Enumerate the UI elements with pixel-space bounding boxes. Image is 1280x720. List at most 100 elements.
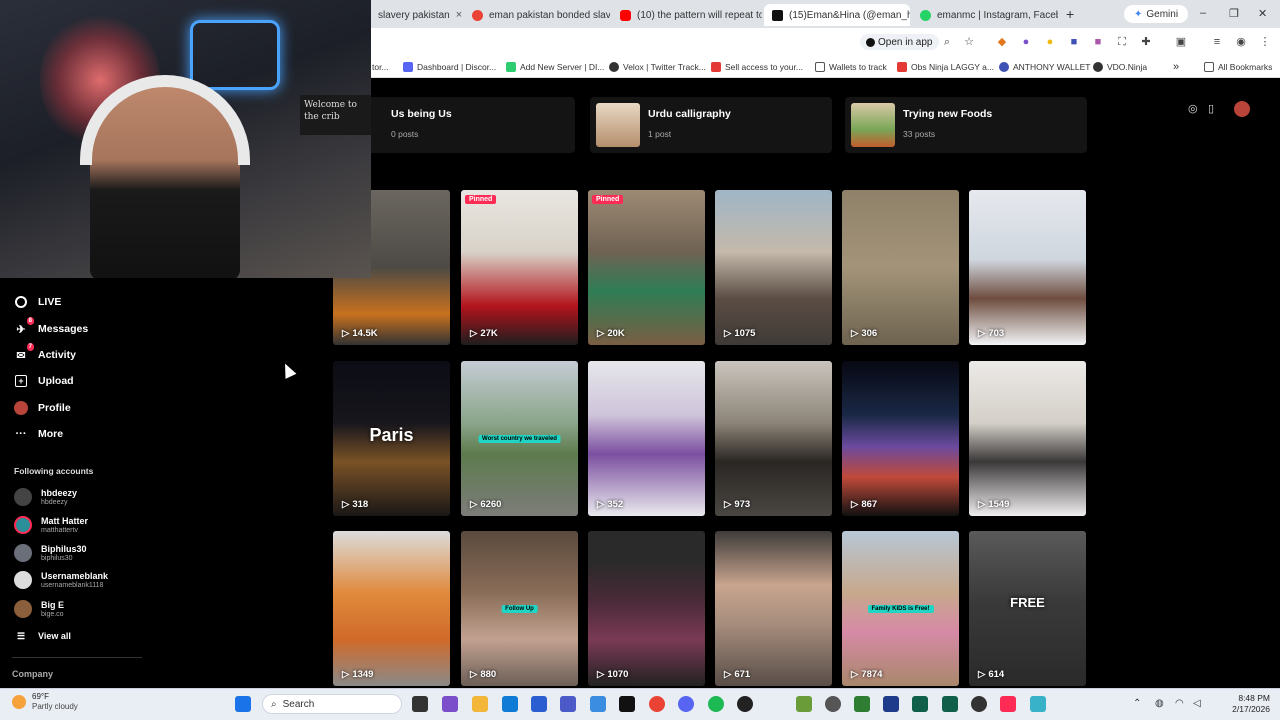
video-card[interactable]: Follow Up ▷ 880 — [461, 531, 578, 686]
maximize-button[interactable]: ❐ — [1229, 7, 1239, 20]
extension-icon[interactable]: ● — [1043, 35, 1057, 49]
bookmark[interactable]: ANTHONY WALLET — [999, 60, 1090, 74]
system-clock[interactable]: 8:48 PM 2/17/2026 — [1218, 693, 1270, 715]
collection-card[interactable]: Trying new Foods 33 posts — [845, 97, 1087, 153]
video-card[interactable]: Paris ▷ 318 — [333, 361, 450, 516]
bookmark[interactable]: Obs Ninja LAGGY a... — [897, 60, 994, 74]
app-icon[interactable] — [1030, 696, 1046, 712]
app-icon[interactable] — [942, 696, 958, 712]
bookmark[interactable]: tor... — [372, 60, 389, 74]
video-card[interactable]: Worst country we traveled ▷ 6260 — [461, 361, 578, 516]
browser-tab[interactable]: emanmc | Instagram, Faceboo × — [912, 4, 1058, 26]
close-window-button[interactable]: ✕ — [1258, 7, 1267, 20]
browser-tab-active[interactable]: (15)Eman&Hina (@eman_hin × — [764, 4, 910, 26]
store-icon[interactable] — [531, 696, 547, 712]
profile-avatar-icon[interactable]: ◉ — [1234, 35, 1248, 49]
extension-icon[interactable]: ■ — [1091, 35, 1105, 49]
weather-widget[interactable]: 69°F Partly cloudy — [12, 692, 78, 712]
gemini-button[interactable]: ✦ Gemini — [1124, 5, 1189, 23]
zoom-icon[interactable]: ⌕ — [940, 35, 954, 49]
extension-icon[interactable]: ■ — [1067, 35, 1081, 49]
open-in-app-button[interactable]: Open in app — [860, 34, 939, 50]
all-bookmarks-button[interactable]: All Bookmarks — [1204, 60, 1272, 74]
video-card[interactable]: ▷ 671 — [715, 531, 832, 686]
new-tab-button[interactable]: + — [1066, 6, 1074, 22]
app-icon[interactable] — [912, 696, 928, 712]
bookmark[interactable]: Add New Server | DI... — [506, 60, 604, 74]
app-icon[interactable] — [796, 696, 812, 712]
file-explorer-icon[interactable] — [472, 696, 488, 712]
extension-icon[interactable]: ● — [1019, 35, 1033, 49]
minimize-button[interactable]: – — [1200, 7, 1206, 19]
wifi-icon[interactable]: ◠ — [1175, 698, 1184, 709]
video-card[interactable]: ▷ 703 — [969, 190, 1086, 345]
view-all-link[interactable]: ☰ View all — [14, 627, 71, 645]
following-account[interactable]: Usernameblank usernameblank1118 — [14, 569, 108, 591]
obs-icon[interactable] — [737, 696, 753, 712]
spotify-icon[interactable] — [708, 696, 724, 712]
following-account[interactable]: Big Ebige.co — [14, 598, 64, 620]
tab-search-icon[interactable]: ≡ — [1210, 35, 1224, 49]
kebab-menu-icon[interactable]: ⋮ — [1258, 35, 1272, 49]
edge-icon[interactable] — [502, 696, 518, 712]
bookmark[interactable]: Sell access to your... — [711, 60, 803, 74]
following-account[interactable]: Biphilus30 biphilus30 — [14, 542, 87, 564]
user-avatar[interactable] — [1234, 101, 1250, 117]
app-icon[interactable] — [825, 696, 841, 712]
phone-icon[interactable]: ▯ — [1208, 102, 1214, 115]
video-card[interactable]: ▷ 1070 — [588, 531, 705, 686]
video-card[interactable]: ▷ 973 — [715, 361, 832, 516]
app-icon[interactable] — [854, 696, 870, 712]
video-card[interactable]: FREE ▷ 614 — [969, 531, 1086, 686]
bookmark[interactable]: VDO.Ninja — [1093, 60, 1147, 74]
nav-upload[interactable]: + Upload — [14, 372, 74, 390]
following-account[interactable]: hbdeezy hbdeezy — [14, 486, 77, 508]
compass-icon[interactable]: ◎ — [1188, 102, 1198, 115]
browser-tab[interactable]: eman pakistan bonded slaver × — [464, 4, 610, 26]
app-icon[interactable] — [590, 696, 606, 712]
following-account[interactable]: Matt Hatter matthattertv — [14, 514, 88, 536]
video-card[interactable]: ▷ 352 — [588, 361, 705, 516]
nav-messages[interactable]: ✈ 8 Messages — [14, 317, 88, 338]
teams-icon[interactable] — [560, 696, 576, 712]
video-card[interactable]: ▷ 306 — [842, 190, 959, 345]
epic-games-icon[interactable] — [619, 696, 635, 712]
tray-icon[interactable]: ◍ — [1155, 698, 1164, 709]
volume-icon[interactable]: ◁ — [1193, 698, 1201, 709]
metamask-icon[interactable]: ◆ — [995, 35, 1009, 49]
nav-profile[interactable]: Profile — [14, 399, 71, 417]
app-icon[interactable] — [442, 696, 458, 712]
app-icon[interactable] — [883, 696, 899, 712]
video-card[interactable]: Pinned ▷ 27K — [461, 190, 578, 345]
company-link[interactable]: Company — [12, 669, 53, 679]
sidepanel-icon[interactable]: ▣ — [1174, 35, 1188, 49]
nav-live[interactable]: LIVE — [14, 293, 61, 311]
star-icon[interactable]: ☆ — [962, 35, 976, 49]
video-card[interactable]: Pinned ▷ 20K — [588, 190, 705, 345]
screenshot-icon[interactable]: ⛶ — [1115, 35, 1129, 49]
video-card[interactable]: ▷ 1349 — [333, 531, 450, 686]
bookmark-folder[interactable]: Wallets to track — [815, 60, 887, 74]
video-card[interactable]: ▷ 1549 — [969, 361, 1086, 516]
browser-tab[interactable]: slavery pakistan × — [370, 4, 462, 26]
video-card[interactable]: ▷ 1075 — [715, 190, 832, 345]
video-card[interactable]: ▷ 867 — [842, 361, 959, 516]
puzzle-icon[interactable]: ✚ — [1139, 35, 1153, 49]
discord-icon[interactable] — [678, 696, 694, 712]
chevron-up-icon[interactable]: ⌃ — [1133, 698, 1141, 709]
bookmark[interactable]: Velox | Twitter Track... — [609, 60, 706, 74]
task-view-icon[interactable] — [412, 696, 428, 712]
app-icon[interactable] — [971, 696, 987, 712]
nav-more[interactable]: ··· More — [14, 425, 64, 443]
browser-tab[interactable]: (10) the pattern will repeat to × — [612, 4, 762, 26]
chrome-icon[interactable] — [649, 696, 665, 712]
close-icon[interactable]: × — [456, 9, 462, 21]
collection-card[interactable]: Urdu calligraphy 1 post — [590, 97, 832, 153]
nav-activity[interactable]: ✉ 7 Activity — [14, 343, 76, 364]
tiktok-icon[interactable] — [1000, 696, 1016, 712]
more-bookmarks-button[interactable]: » — [1173, 60, 1179, 74]
bookmark[interactable]: Dashboard | Discor... — [403, 60, 496, 74]
video-card[interactable]: Family KIDS is Free! ▷ 7874 — [842, 531, 959, 686]
windows-start-icon[interactable] — [235, 696, 251, 712]
taskbar-search[interactable]: ⌕ Search — [262, 694, 402, 714]
